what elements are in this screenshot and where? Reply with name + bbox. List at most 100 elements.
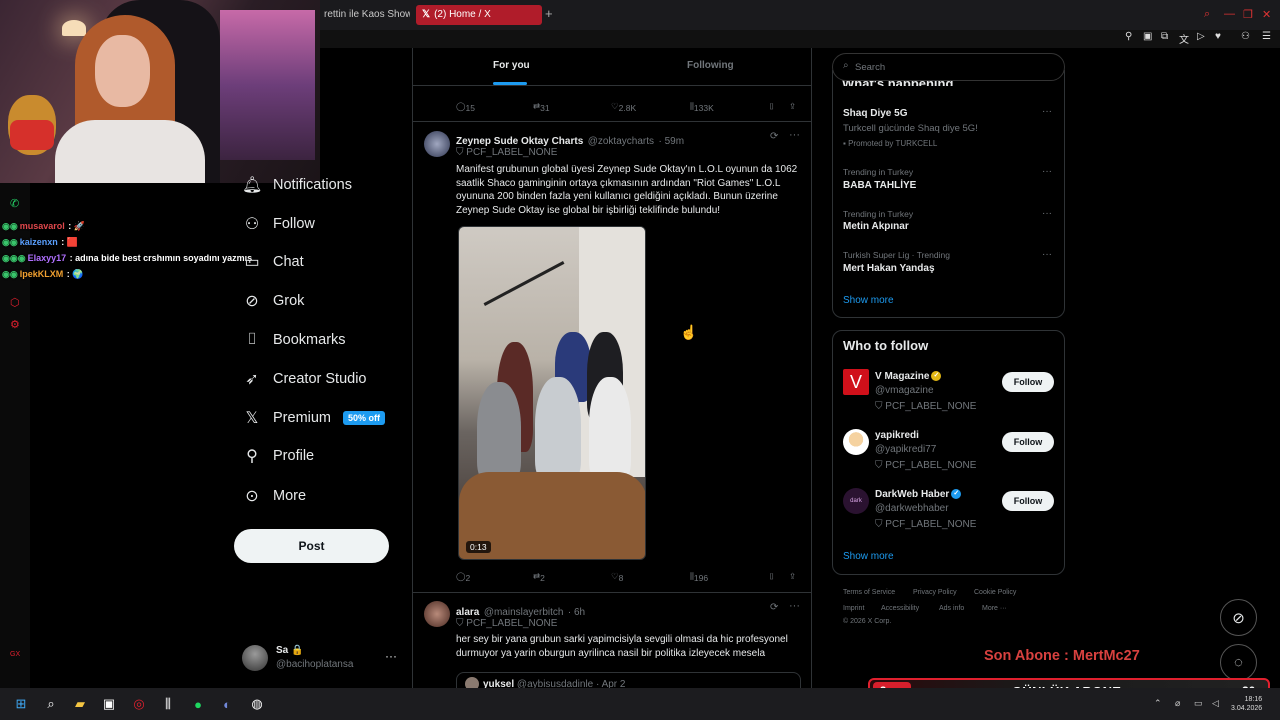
post-button[interactable]: Post [234,529,389,563]
volume-icon[interactable]: ◁ [1212,698,1219,709]
trend-item-name[interactable]: BABA TAHLİYE [843,180,916,191]
reply-button[interactable]: ◯ 15 [456,101,475,113]
follow-suggestion-name[interactable]: DarkWeb Haber ✓ [875,489,962,500]
search-input[interactable]: ⌕ Search [832,53,1065,81]
tweet-time[interactable]: · 6h [568,607,585,618]
spotify-icon[interactable]: ● [188,694,208,714]
like-button[interactable]: ♡ 8 [611,571,623,583]
trend-more-icon[interactable]: ··· [1042,166,1052,177]
close-window-icon[interactable]: ✕ [1262,8,1271,21]
trend-item-name[interactable]: Mert Hakan Yandaş [843,263,935,274]
profile-icon[interactable]: ⚇ [1241,31,1250,42]
search-tabs-icon[interactable]: ⌕ [1204,8,1210,21]
discord-taskbar-icon[interactable]: ◐ [217,694,237,714]
repost-button[interactable]: ⇄ 2 [533,571,545,583]
nav-follow[interactable]: ⚇ Follow [242,211,315,237]
trend-more-icon[interactable]: ··· [1042,208,1052,219]
avatar[interactable] [843,429,869,455]
account-more-icon[interactable]: ··· [385,649,397,663]
search-icon[interactable]: ⌕ [41,694,61,714]
footer-link-ads-info[interactable]: Ads info [939,605,964,612]
footer-link-accessibility[interactable]: Accessibility [881,605,919,612]
tweet-more-icon[interactable]: ··· [789,129,800,141]
snipping-tool-icon[interactable]: ▣ [99,694,119,714]
nav-bookmarks[interactable]: ⌷ Bookmarks [242,327,345,353]
maximize-icon[interactable]: ❐ [1243,8,1253,21]
footer-link-cookie[interactable]: Cookie Policy [974,589,1016,596]
views-button[interactable]: ⫼ 133K [690,101,714,113]
taskbar-clock[interactable]: 18:16 3.04.2026 [1231,695,1262,713]
nav-profile[interactable]: ⚲ Profile [242,443,314,469]
share-icon[interactable]: ⇪ [789,571,796,582]
tab-for-you[interactable]: For you [493,60,530,71]
avatar[interactable] [424,601,450,627]
tweet-author-name[interactable]: Zeynep Sude Oktay Charts [456,136,583,147]
discord-icon[interactable]: ⬡ [10,296,20,309]
nav-creator-studio[interactable]: ➶ Creator Studio [242,366,366,392]
mic-icon[interactable]: ⌀ [1175,698,1180,709]
trends-show-more-link[interactable]: Show more [843,295,894,306]
trend-more-icon[interactable]: ··· [1042,106,1052,117]
footer-link-terms[interactable]: Terms of Service [843,589,895,596]
like-button[interactable]: ♡ 2.8K [611,101,636,113]
footer-link-more[interactable]: More ··· [982,605,1007,612]
nav-more[interactable]: ⊙ More [242,483,306,509]
translate-icon[interactable]: 文 [1179,31,1189,46]
trend-item-name[interactable]: Metin Akpınar [843,221,909,232]
follow-button[interactable]: Follow [1002,491,1054,511]
obs-icon[interactable]: ◍ [247,694,267,714]
messages-floating-icon[interactable]: ◌ [1220,644,1257,681]
minimize-icon[interactable]: — [1224,8,1235,20]
tweet-author-name[interactable]: alara [456,607,479,618]
menu-icon[interactable]: ☰ [1262,31,1271,42]
tray-chevron-icon[interactable]: ⌃ [1154,698,1162,709]
follow-button[interactable]: Follow [1002,372,1054,392]
extensions-icon[interactable]: ⧉ [1161,31,1168,42]
nav-chat[interactable]: ▭ Chat [242,249,303,275]
follow-suggestion-name[interactable]: V Magazine ✓ [875,371,942,382]
trend-more-icon[interactable]: ··· [1042,249,1052,260]
snapshot-icon[interactable]: ▣ [1143,31,1152,42]
share-icon[interactable]: ⇪ [789,101,796,112]
tweet-time[interactable]: · 59m [658,136,684,147]
heart-icon[interactable]: ♥ [1215,31,1221,42]
nav-premium[interactable]: 𝕏 Premium 50% off [242,405,386,431]
tweet-video[interactable]: 0:13 [458,226,646,560]
network-icon[interactable]: ▭ [1194,698,1203,709]
avatar[interactable]: V [843,369,869,395]
play-icon[interactable]: ▷ [1197,31,1205,42]
bookmark-icon[interactable]: ⌷ [769,101,774,112]
avatar[interactable]: dark [843,488,869,514]
repost-button[interactable]: ⇄ 31 [533,101,550,113]
account-switcher[interactable]: Sa 🔒 @bacihoplatansa ··· [242,643,402,675]
trend-item-name[interactable]: Shaq Diye 5G [843,108,907,119]
audio-app-icon[interactable]: ⫼ [158,694,178,714]
avatar[interactable] [424,131,450,157]
new-tab-button[interactable]: + [545,6,553,21]
follow-show-more-link[interactable]: Show more [843,551,894,562]
nav-notifications[interactable]: 🔔︎ Notifications [242,172,352,198]
gx-icon[interactable]: GX [10,651,20,658]
windows-start-icon[interactable]: ⊞ [11,694,31,714]
bookmark-icon[interactable]: ⌷ [769,571,774,582]
grok-floating-icon[interactable]: ⊘ [1220,599,1257,636]
follow-button[interactable]: Follow [1002,432,1054,452]
reply-button[interactable]: ◯ 2 [456,571,470,583]
opera-gx-icon[interactable]: ◎ [129,694,149,714]
tweet-more-icon[interactable]: ··· [789,600,800,612]
whatsapp-icon[interactable]: ✆ [10,197,19,210]
views-button[interactable]: ⫼ 196 [690,571,708,583]
settings-icon[interactable]: ⚙ [10,318,20,331]
footer-link-privacy[interactable]: Privacy Policy [913,589,957,596]
nav-grok[interactable]: ⊘ Grok [242,288,304,314]
browser-tab-x-home[interactable]: 𝕏 (2) Home / X [416,5,542,25]
follow-suggestion-name[interactable]: yapikredi [875,430,919,441]
tweet-author-handle[interactable]: @mainslayerbitch [484,607,564,618]
file-explorer-icon[interactable]: ▰ [70,694,90,714]
browser-tab-kaos-show[interactable]: rettin ile Kaos Show - [318,5,410,25]
grok-explain-icon[interactable]: ⟳ [770,131,778,142]
tab-following[interactable]: Following [687,60,734,71]
grok-explain-icon[interactable]: ⟳ [770,602,778,613]
pin-icon[interactable]: ⚲ [1125,31,1132,42]
footer-link-imprint[interactable]: Imprint [843,605,864,612]
